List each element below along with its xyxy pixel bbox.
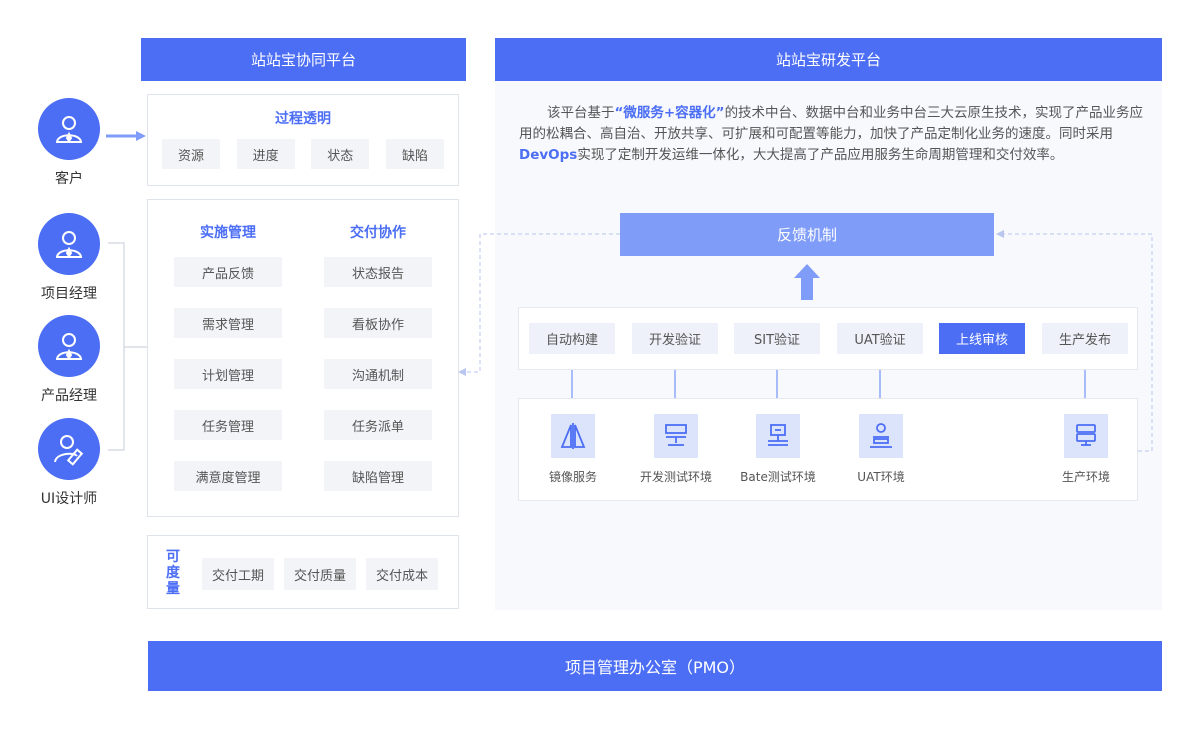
env-production: 生产环境 (1031, 414, 1141, 485)
env-label: 开发测试环境 (639, 470, 712, 484)
env-uat: UAT环境 (826, 414, 936, 485)
stage-chip: SIT验证 (734, 323, 820, 354)
env-label: Bate测试环境 (740, 470, 816, 484)
database-server-icon (1064, 414, 1108, 458)
stage-chip: UAT验证 (837, 323, 923, 354)
mirror-icon (551, 414, 595, 458)
network-node-icon (756, 414, 800, 458)
pmo-label: 项目管理办公室（PMO） (564, 658, 746, 677)
env-mirror: 镜像服务 (518, 414, 628, 485)
stage-chip-active: 上线审核 (939, 323, 1025, 354)
env-dev-test: 开发测试环境 (621, 414, 731, 485)
server-rack-icon (654, 414, 698, 458)
env-label: 镜像服务 (548, 470, 597, 484)
env-label: 生产环境 (1061, 470, 1110, 484)
stage-chip: 自动构建 (529, 323, 615, 354)
stack-person-icon (859, 414, 903, 458)
pmo-bar: 项目管理办公室（PMO） (148, 641, 1162, 691)
pipeline-stage-row: 自动构建 开发验证 SIT验证 UAT验证 上线审核 生产发布 (518, 307, 1138, 370)
environment-row: 镜像服务 开发测试环境 Bate测试环境 UAT环境 生产环境 (518, 398, 1138, 501)
stage-chip: 生产发布 (1042, 323, 1128, 354)
env-bate-test: Bate测试环境 (723, 414, 833, 485)
stage-chip: 开发验证 (632, 323, 718, 354)
env-label: UAT环境 (857, 470, 905, 484)
up-arrow-icon (794, 264, 820, 300)
